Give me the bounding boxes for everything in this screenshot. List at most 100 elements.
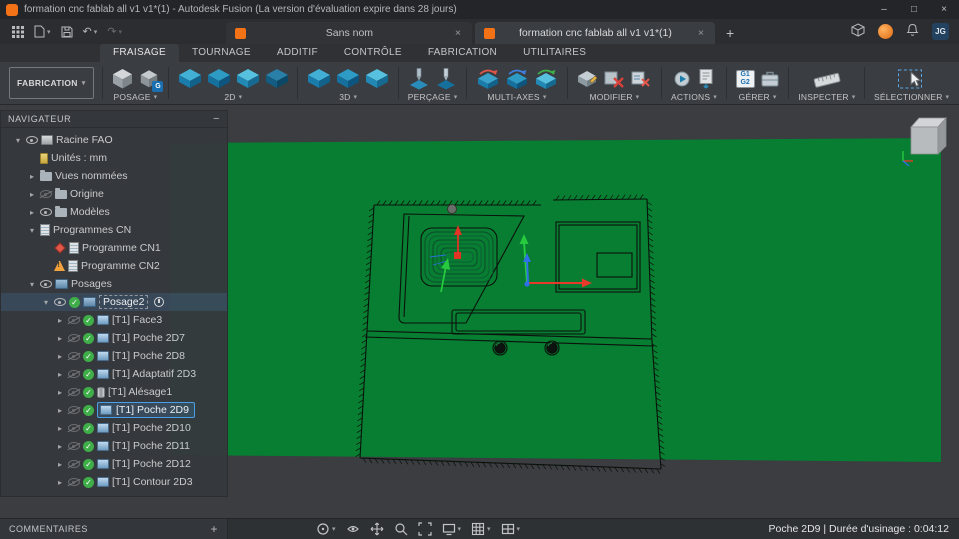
new-setup-icon[interactable]: G bbox=[139, 69, 164, 92]
display-settings-icon[interactable]: ▾ bbox=[442, 522, 461, 536]
close-tab-icon[interactable]: × bbox=[696, 27, 706, 39]
bore-icon[interactable] bbox=[435, 67, 457, 90]
tree-item-programme-cn2[interactable]: ! Programme CN2 bbox=[1, 257, 227, 275]
visibility-off-icon[interactable] bbox=[40, 190, 52, 198]
visibility-off-icon[interactable] bbox=[68, 460, 80, 468]
2d-face-icon[interactable] bbox=[236, 68, 260, 90]
select-cursor-icon[interactable] bbox=[897, 68, 927, 90]
chevron-right-icon[interactable]: ▸ bbox=[55, 352, 65, 361]
grid-snaps-icon[interactable]: ▾ bbox=[471, 522, 491, 536]
chevron-down-icon[interactable]: ▾ bbox=[41, 298, 51, 307]
2d-slot-icon[interactable] bbox=[265, 68, 289, 90]
delete-toolpath-icon[interactable] bbox=[603, 68, 625, 90]
workspace-selector-button[interactable]: FABRICATION ▾ bbox=[9, 67, 94, 99]
visibility-on-icon[interactable] bbox=[54, 298, 66, 306]
visibility-off-icon[interactable] bbox=[68, 370, 80, 378]
chevron-right-icon[interactable]: ▸ bbox=[27, 172, 37, 181]
tree-item-face3[interactable]: ▸ ✓ [T1] Face3 bbox=[1, 311, 227, 329]
extensions-cube-icon[interactable] bbox=[850, 23, 866, 40]
visibility-off-icon[interactable] bbox=[68, 406, 80, 414]
orbit-icon[interactable]: ▾ bbox=[316, 522, 336, 536]
chevron-right-icon[interactable]: ▸ bbox=[55, 460, 65, 469]
apps-grid-icon[interactable] bbox=[12, 25, 24, 38]
stock-body[interactable] bbox=[170, 138, 941, 462]
measure-ruler-icon[interactable] bbox=[813, 68, 841, 89]
chevron-right-icon[interactable]: ▸ bbox=[55, 370, 65, 379]
user-avatar[interactable]: JG bbox=[932, 23, 949, 40]
tree-item-contour-2d3[interactable]: ▸ ✓ [T1] Contour 2D3 bbox=[1, 473, 227, 491]
setup-stock-icon[interactable] bbox=[111, 68, 134, 90]
rotary-icon[interactable] bbox=[534, 68, 558, 90]
tab-additif[interactable]: ADDITIF bbox=[264, 44, 331, 62]
fit-view-icon[interactable] bbox=[417, 522, 432, 536]
suppress-icon[interactable] bbox=[630, 68, 652, 90]
tree-item-programme-cn1[interactable]: Programme CN1 bbox=[1, 239, 227, 257]
undo-icon[interactable]: ↶ ▾ bbox=[83, 25, 98, 38]
visibility-off-icon[interactable] bbox=[68, 352, 80, 360]
gcode-programs-icon[interactable]: G1 G2 bbox=[735, 69, 755, 88]
percage-dropdown[interactable]: PERÇAGE ▾ bbox=[408, 92, 458, 102]
minimize-button[interactable]: – bbox=[869, 0, 899, 19]
visibility-off-icon[interactable] bbox=[68, 388, 80, 396]
visibility-off-icon[interactable] bbox=[68, 442, 80, 450]
visibility-on-icon[interactable] bbox=[26, 136, 38, 144]
tree-item-poche-2d11[interactable]: ▸ ✓ [T1] Poche 2D11 bbox=[1, 437, 227, 455]
chevron-right-icon[interactable]: ▸ bbox=[55, 442, 65, 451]
tree-item-vues-nommees[interactable]: ▸ Vues nommées bbox=[1, 167, 227, 185]
document-tab-formation[interactable]: formation cnc fablab all v1 v1*(1) × bbox=[475, 22, 715, 44]
2d-contour-icon[interactable] bbox=[207, 68, 231, 90]
chevron-right-icon[interactable]: ▸ bbox=[55, 388, 65, 397]
chevron-right-icon[interactable]: ▸ bbox=[55, 334, 65, 343]
chevron-right-icon[interactable]: ▸ bbox=[55, 478, 65, 487]
inspecter-dropdown[interactable]: INSPECTER ▾ bbox=[798, 92, 855, 102]
multiaxes-dropdown[interactable]: MULTI-AXES ▾ bbox=[487, 92, 546, 102]
tab-controle[interactable]: CONTRÔLE bbox=[331, 44, 415, 62]
3d-flat-icon[interactable] bbox=[365, 68, 389, 90]
chevron-down-icon[interactable]: ▾ bbox=[27, 280, 37, 289]
tree-item-programmes-cn[interactable]: ▾ Programmes CN bbox=[1, 221, 227, 239]
visibility-on-icon[interactable] bbox=[40, 280, 52, 288]
chevron-right-icon[interactable]: ▸ bbox=[55, 406, 65, 415]
tree-item-unites[interactable]: Unités : mm bbox=[1, 149, 227, 167]
chevron-right-icon[interactable]: ▸ bbox=[27, 208, 37, 217]
post-process-icon[interactable] bbox=[697, 68, 715, 89]
3d-adaptive-icon[interactable] bbox=[307, 68, 331, 90]
viewport-canvas[interactable]: NAVIGATEUR − ▾ Racine FAO Unités : mm ▸ bbox=[0, 105, 959, 518]
gerer-dropdown[interactable]: GÉRER ▾ bbox=[739, 92, 777, 102]
simulate-icon[interactable] bbox=[672, 69, 692, 89]
view-cube[interactable] bbox=[897, 109, 953, 170]
look-at-icon[interactable] bbox=[346, 522, 360, 536]
navigator-header[interactable]: NAVIGATEUR − bbox=[1, 111, 227, 128]
job-status-avatar[interactable] bbox=[878, 24, 893, 39]
modifier-dropdown[interactable]: MODIFIER ▾ bbox=[590, 92, 640, 102]
document-tab-sans-nom[interactable]: Sans nom × bbox=[226, 22, 472, 44]
actions-dropdown[interactable]: ACTIONS ▾ bbox=[671, 92, 717, 102]
visibility-off-icon[interactable] bbox=[68, 316, 80, 324]
chevron-right-icon[interactable]: ▸ bbox=[55, 424, 65, 433]
maximize-button[interactable]: □ bbox=[899, 0, 929, 19]
visibility-off-icon[interactable] bbox=[68, 424, 80, 432]
visibility-on-icon[interactable] bbox=[40, 208, 52, 216]
multiaxis-contour-icon[interactable] bbox=[505, 68, 529, 90]
chevron-down-icon[interactable]: ▾ bbox=[27, 226, 37, 235]
edit-toolpath-icon[interactable] bbox=[576, 68, 598, 90]
viewports-icon[interactable]: ▾ bbox=[501, 522, 520, 536]
selected-item-box[interactable]: [T1] Poche 2D9 bbox=[97, 402, 195, 418]
tab-utilitaires[interactable]: UTILITAIRES bbox=[510, 44, 599, 62]
2d-dropdown[interactable]: 2D ▾ bbox=[224, 92, 242, 102]
tree-item-poche-2d9[interactable]: ▸ ✓ [T1] Poche 2D9 bbox=[1, 401, 227, 419]
close-button[interactable]: × bbox=[929, 0, 959, 19]
tree-item-posages[interactable]: ▾ Posages bbox=[1, 275, 227, 293]
tab-fraisage[interactable]: FRAISAGE bbox=[100, 44, 179, 62]
chevron-right-icon[interactable]: ▸ bbox=[55, 316, 65, 325]
2d-pocket-icon[interactable] bbox=[178, 68, 202, 90]
tree-item-racine-fao[interactable]: ▾ Racine FAO bbox=[1, 131, 227, 149]
visibility-off-icon[interactable] bbox=[68, 478, 80, 486]
save-icon[interactable] bbox=[61, 26, 73, 38]
tool-library-icon[interactable] bbox=[760, 69, 780, 88]
selectionner-dropdown[interactable]: SÉLECTIONNER ▾ bbox=[874, 92, 949, 102]
chevron-right-icon[interactable]: ▸ bbox=[27, 190, 37, 199]
3d-parallel-icon[interactable] bbox=[336, 68, 360, 90]
tree-item-adaptatif-2d3[interactable]: ▸ ✓ [T1] Adaptatif 2D3 bbox=[1, 365, 227, 383]
tree-item-modeles[interactable]: ▸ Modèles bbox=[1, 203, 227, 221]
